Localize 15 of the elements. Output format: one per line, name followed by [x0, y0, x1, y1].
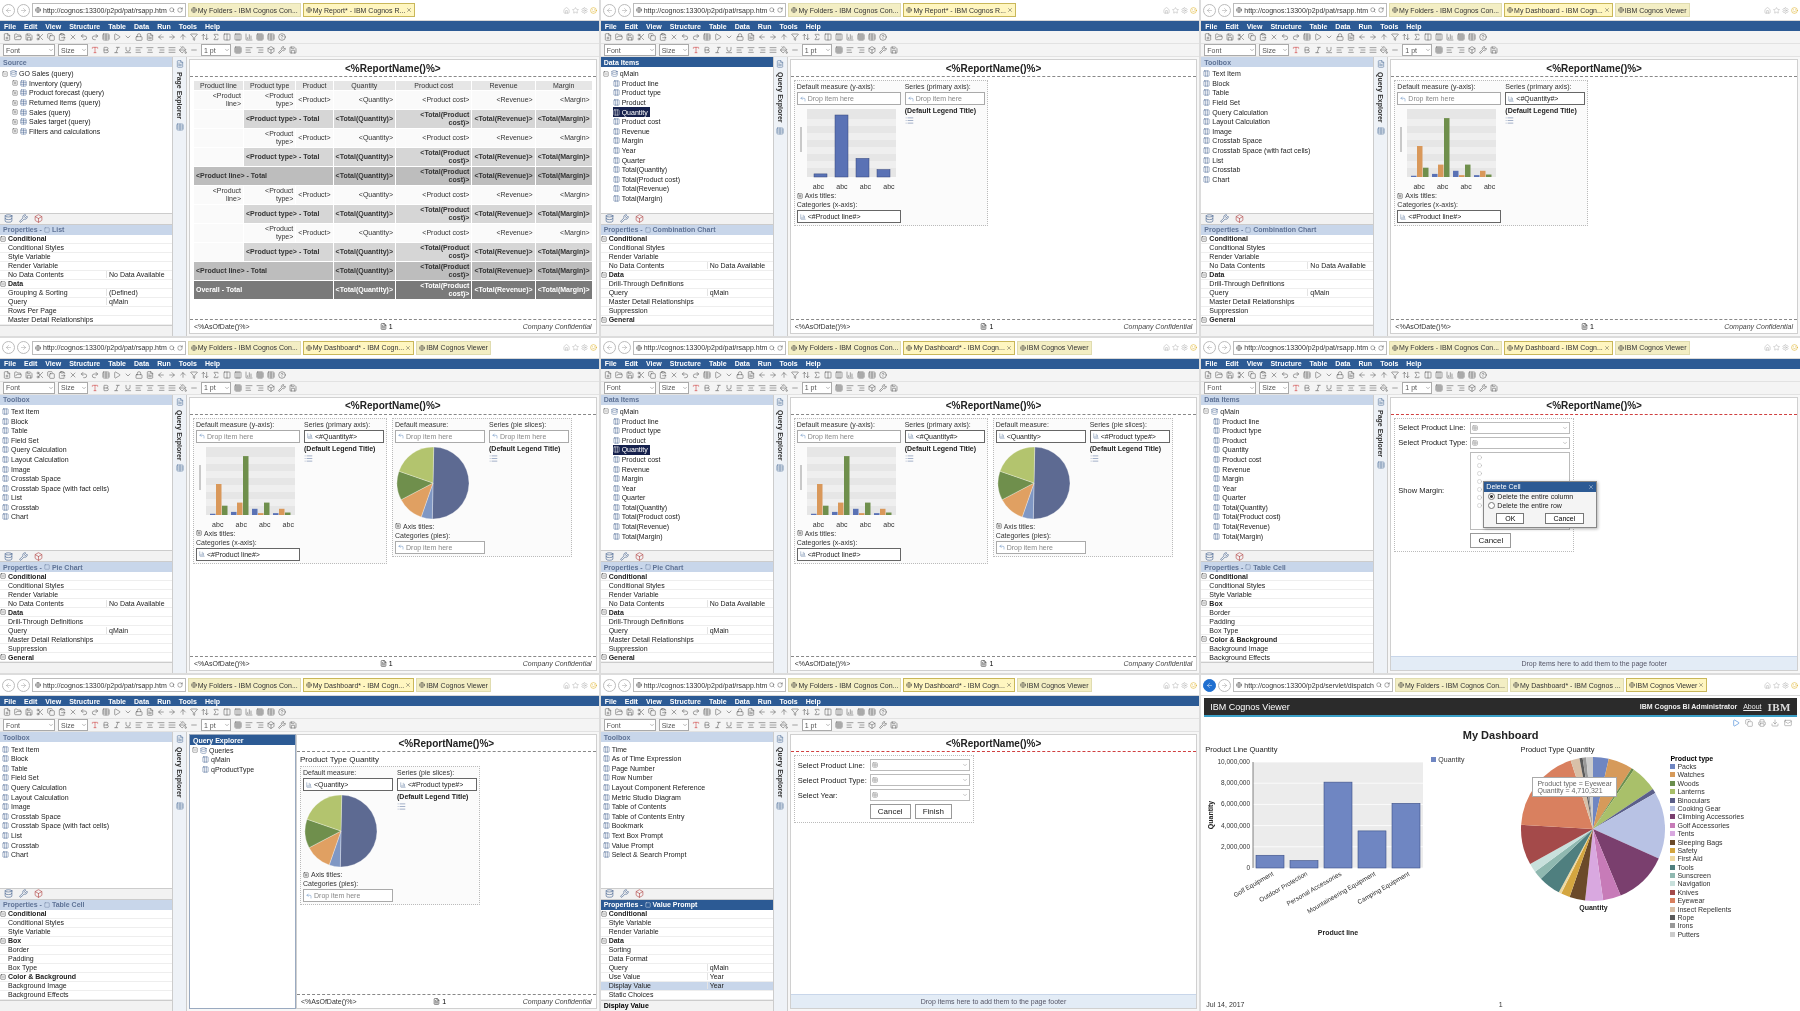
form-button[interactable]: Cancel	[1470, 532, 1512, 548]
logo: IBM	[1767, 700, 1791, 713]
report-title: <%ReportName()%>	[945, 62, 1042, 74]
report-title: <%ReportName()%>	[398, 737, 495, 749]
form-button[interactable]: Cancel	[869, 804, 911, 820]
report-title: <%ReportName()%>	[1546, 400, 1642, 412]
report-title: <%ReportName()%>	[1546, 62, 1642, 74]
report-title: <%ReportName()%>	[945, 400, 1042, 412]
app-title: IBM Cognos Viewer	[1210, 701, 1290, 712]
chart-title: Product Type Quantity	[300, 755, 380, 765]
dashboard-title: My Dashboard	[1461, 729, 1540, 744]
report-title: <%ReportName()%>	[345, 62, 441, 74]
form-button[interactable]: Finish	[914, 804, 952, 820]
report-title: <%ReportName()%>	[345, 400, 441, 412]
report-title: <%ReportName()%>	[945, 737, 1042, 749]
